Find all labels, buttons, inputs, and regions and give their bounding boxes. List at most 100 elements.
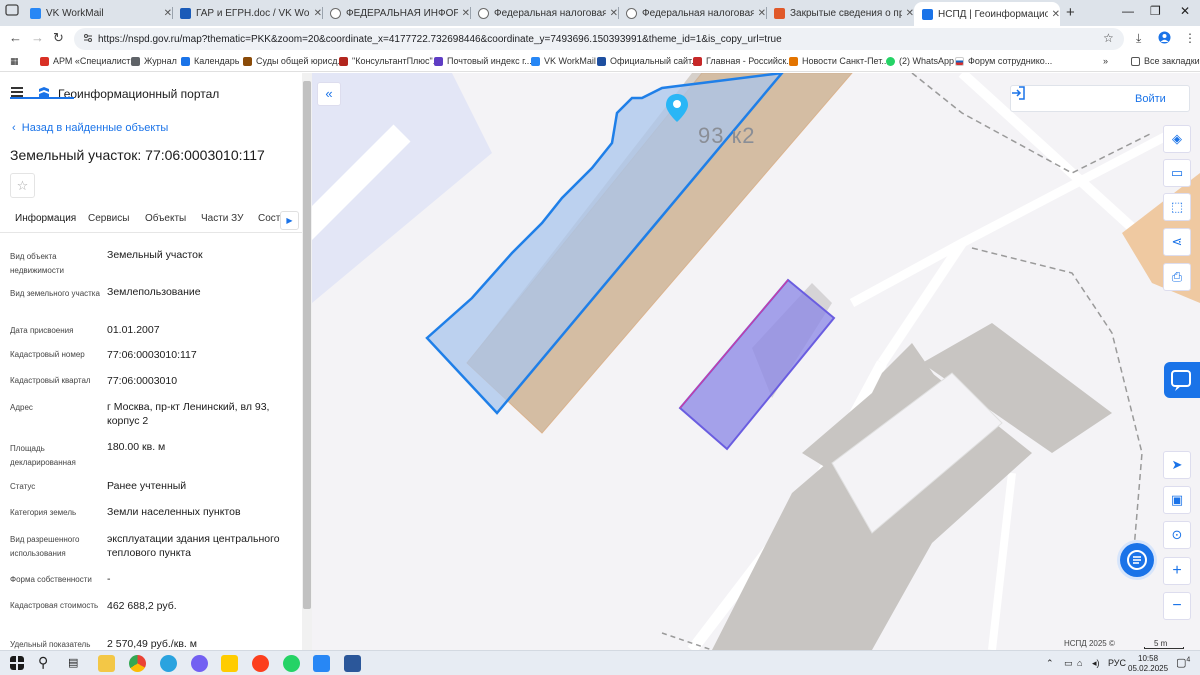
profile-icon[interactable] <box>1158 31 1171 47</box>
display-icon[interactable]: ▭ <box>1064 658 1073 669</box>
bookmark-item[interactable]: VK WorkMail <box>531 56 596 66</box>
selected-parcel[interactable] <box>678 278 836 451</box>
download-icon[interactable]: ⤓ <box>1136 31 1141 46</box>
site-info-icon[interactable] <box>83 33 93 43</box>
yandex-browser-icon[interactable] <box>252 655 269 672</box>
telegram-icon[interactable] <box>160 655 177 672</box>
browser-tab-active[interactable]: НСПД | Геоинформационный п ✕ <box>914 2 1060 26</box>
all-bookmarks[interactable]: Все закладки <box>1131 56 1200 66</box>
bookmark-item[interactable]: Календарь <box>181 56 239 66</box>
back-to-results-link[interactable]: ‹ Назад в найденные объекты <box>12 122 168 134</box>
search-map-icon[interactable]: ⊙ <box>1163 521 1191 549</box>
bookmark-item[interactable]: АРМ «Специалист» <box>40 56 135 66</box>
search-icon[interactable]: ⚲ <box>38 654 48 671</box>
minimize-icon[interactable]: — <box>1122 4 1134 18</box>
chevron-right-icon[interactable]: ▶ <box>280 211 299 230</box>
active-tab-indicator <box>10 97 74 99</box>
bookmarks-overflow[interactable]: » <box>1103 56 1108 66</box>
browser-tab[interactable]: ФЕДЕРАЛЬНАЯ ИНФОРМАЦИОН ✕ <box>322 2 470 24</box>
menu-icon[interactable] <box>11 87 23 97</box>
select-area-icon[interactable]: ⬚ <box>1163 193 1191 221</box>
bookmark-icon <box>181 56 190 66</box>
close-icon[interactable]: ✕ <box>758 8 766 19</box>
tab-services[interactable]: Сервисы <box>88 213 129 224</box>
bookmark-item[interactable]: Суды общей юрисд... <box>243 56 345 66</box>
volume-icon[interactable]: ◂) <box>1092 658 1100 669</box>
close-window-icon[interactable]: ✕ <box>1180 4 1190 18</box>
share-icon[interactable]: ⋖ <box>1163 228 1191 256</box>
map-canvas[interactable]: 93 к2 « Войти ◈ ▭ ⬚ ⋖ ⎙ ➤ ▣ ⊙ + − НСПД 2… <box>312 73 1200 650</box>
close-icon[interactable]: ✕ <box>462 8 470 19</box>
file-explorer-icon[interactable] <box>98 655 115 672</box>
collapse-panel-icon[interactable]: « <box>317 82 341 106</box>
zoom-in-icon[interactable]: + <box>1163 557 1191 585</box>
close-icon[interactable]: ✕ <box>164 8 172 19</box>
viber-icon[interactable] <box>191 655 208 672</box>
address-bar[interactable]: https://nspd.gov.ru/map?thematic=PKK&zoo… <box>74 28 1124 50</box>
close-icon[interactable]: ✕ <box>906 8 914 19</box>
favorite-star-icon[interactable]: ☆ <box>10 173 35 198</box>
maximize-icon[interactable]: ❐ <box>1150 4 1161 18</box>
browser-tab[interactable]: ГАР и ЕГРН.doc / VK WorkDisk ✕ <box>172 2 322 24</box>
flag-icon <box>955 56 964 66</box>
bookmark-item[interactable]: "КонсультантПлюс"... <box>339 56 440 66</box>
tab-search-icon[interactable] <box>5 3 19 20</box>
vk-icon[interactable] <box>313 655 330 672</box>
field-label: Статус <box>10 482 36 491</box>
tab-info[interactable]: Информация <box>15 213 76 224</box>
tab-label: Федеральная налоговая служ <box>642 7 754 19</box>
language-indicator[interactable]: РУС <box>1108 658 1126 668</box>
tab-objects[interactable]: Объекты <box>145 213 186 224</box>
reload-icon[interactable]: ↻ <box>53 30 64 46</box>
whatsapp-icon[interactable] <box>283 655 300 672</box>
bookmark-item[interactable]: Официальный сайт... <box>597 56 699 66</box>
browser-tab[interactable]: VK WorkMail ✕ <box>22 2 172 24</box>
browser-tab[interactable]: Федеральная налоговая служ ✕ <box>470 2 618 24</box>
close-icon[interactable]: ✕ <box>1052 9 1060 20</box>
notifications-icon[interactable]: ▢4 <box>1176 656 1190 669</box>
close-icon[interactable]: ✕ <box>610 8 618 19</box>
menu-icon[interactable]: ⋮ <box>1184 31 1196 45</box>
globe-icon <box>330 7 341 19</box>
tab-composition[interactable]: Состав <box>258 213 280 224</box>
new-tab-button[interactable]: + <box>1066 4 1075 21</box>
bookmark-item[interactable]: Почтовый индекс г... <box>434 56 532 66</box>
bookmark-item[interactable]: Журнал <box>131 56 177 66</box>
task-view-icon[interactable]: ▤ <box>68 656 78 669</box>
star-icon[interactable]: ☆ <box>1103 31 1114 45</box>
windows-start-icon[interactable] <box>10 656 24 670</box>
close-icon[interactable]: ✕ <box>314 8 322 19</box>
chevron-up-icon[interactable]: ⌃ <box>1046 658 1054 669</box>
clock-time[interactable]: 10:58 <box>1138 654 1158 663</box>
bookmark-item[interactable]: Новости Санкт-Пет... <box>789 56 889 66</box>
network-icon[interactable]: ⌂ <box>1077 658 1082 668</box>
ruler-icon[interactable]: ▭ <box>1163 159 1191 187</box>
feedback-icon[interactable] <box>1164 362 1200 398</box>
yandex-disk-icon[interactable] <box>221 655 238 672</box>
apps-icon[interactable]: ▦ <box>10 56 19 67</box>
locate-icon[interactable]: ➤ <box>1163 451 1191 479</box>
field-value: Ранее учтенный <box>107 480 187 492</box>
layers-icon[interactable]: ◈ <box>1163 125 1191 153</box>
forward-icon[interactable]: → <box>31 30 44 45</box>
chrome-icon[interactable] <box>129 655 146 672</box>
bookmark-item[interactable]: (2) WhatsApp <box>886 56 954 66</box>
browser-tab[interactable]: Закрытые сведения о правоо ✕ <box>766 2 914 24</box>
basemap-icon[interactable]: ▣ <box>1163 486 1191 514</box>
chat-icon[interactable] <box>1120 543 1154 577</box>
bookmark-icon <box>531 56 540 66</box>
location-pin-icon[interactable] <box>665 93 689 123</box>
print-icon[interactable]: ⎙ <box>1163 263 1191 291</box>
field-value: Земельный участок <box>107 249 203 261</box>
back-icon[interactable]: ← <box>9 30 22 45</box>
panel-scrollbar-thumb[interactable] <box>303 81 311 609</box>
zoom-out-icon[interactable]: − <box>1163 592 1191 620</box>
login-button[interactable]: Войти <box>1010 85 1190 112</box>
word-icon[interactable] <box>344 655 361 672</box>
map-attribution: НСПД 2025 © <box>1064 639 1115 648</box>
bookmark-item[interactable]: Главная - Российск... <box>693 56 794 66</box>
bookmark-item[interactable]: Форум сотруднико... <box>955 56 1052 66</box>
browser-tab[interactable]: Федеральная налоговая служ ✕ <box>618 2 766 24</box>
clock-date[interactable]: 05.02.2025 <box>1128 664 1168 673</box>
tab-parts[interactable]: Части ЗУ <box>201 213 243 224</box>
